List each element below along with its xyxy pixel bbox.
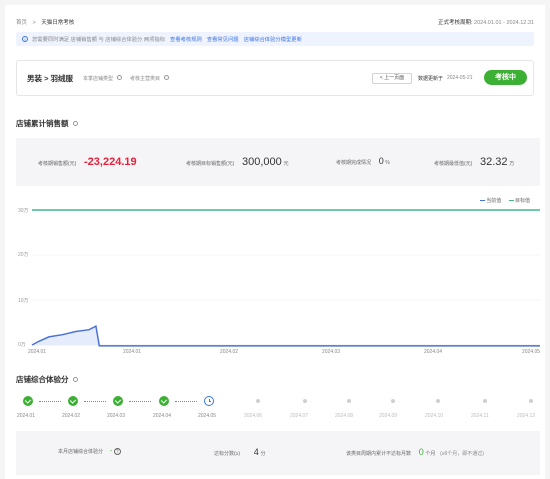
failed-months-summary: 该类目周期内累计不达标月数 0 个月 (≥6个月，即不通过) (346, 447, 484, 457)
score-summary: 本月店铺综合体验分 - ? (58, 448, 121, 455)
step-done-icon (23, 396, 33, 406)
step-pending-dot (347, 399, 351, 403)
current-month-clock-icon (204, 396, 214, 406)
failed-months-unit: 个月 (425, 451, 436, 457)
current-value-line (31, 324, 540, 347)
question-icon[interactable]: ? (113, 448, 121, 455)
target-score-value: 4 (253, 447, 259, 457)
target-score-label: 达标分数(≥) (214, 451, 241, 457)
breadcrumb-separator: > (32, 20, 36, 26)
period-info: 正式考核周期: 2024.01.01 - 2024.12.31 (438, 18, 534, 26)
x-tick-6: 2024.05 (522, 349, 541, 355)
store-type-label: 本季店铺类型 (83, 76, 114, 82)
info-icon: i (22, 36, 28, 42)
metric-completion-label: 考核期完成情况 (336, 160, 372, 166)
step-connector (84, 401, 106, 402)
step-pending-dot (391, 399, 395, 403)
metric-minimum-unit: 万 (509, 161, 515, 167)
metric-completion-value: 0 (378, 156, 384, 166)
month-label: 2024.05 (198, 413, 217, 419)
metric-sales: 考核期销售额(元) -23,224.19 (38, 156, 137, 168)
notice-text: 您需要同时满足 店铺销售额 与 店铺综合体验分 两项指标 (32, 37, 166, 43)
metric-target-value: 300,000 (242, 156, 282, 168)
metric-completion: 考核期完成情况 0 % (336, 156, 390, 166)
sales-section-title: 店铺累计销售额 (16, 118, 78, 129)
step-connector (175, 401, 197, 402)
breadcrumb: 首页 > 天猫日常考核 (16, 18, 74, 26)
sales-help-icon[interactable] (72, 121, 78, 126)
metric-sales-value: -23,224.19 (84, 156, 137, 168)
step-done-icon (113, 396, 123, 406)
prev-page-button[interactable]: < 上一页面 (372, 73, 412, 84)
step-pending-dot (256, 399, 260, 403)
score-label: 本月店铺综合体验分 (58, 449, 104, 455)
x-tick-2: 2024.01 (123, 349, 142, 355)
month-label: 2024.04 (153, 413, 172, 419)
failed-months-label: 该类目周期内累计不达标月数 (346, 451, 412, 457)
metric-sales-label: 考核期销售额(元) (38, 161, 77, 167)
month-label: 2024.10 (425, 413, 444, 419)
metric-minimum-value: 32.32 (480, 156, 508, 168)
score-value: - (109, 448, 113, 455)
step-pending-dot (303, 399, 307, 403)
step-done-icon (68, 396, 78, 406)
step-done-icon (159, 396, 169, 406)
target-score-unit: 分 (260, 451, 266, 457)
experience-section-title: 店铺综合体验分 (16, 374, 78, 385)
updated-label: 数据更新于 (418, 76, 444, 82)
category-path: 男装 > 羽绒服 (27, 74, 74, 83)
sales-title-text: 店铺累计销售额 (16, 119, 69, 128)
metric-target-unit: 元 (283, 161, 289, 167)
metric-target-label: 考核期目标销售额(元) (186, 161, 235, 167)
metric-target: 考核期目标销售额(元) 300,000 元 (186, 156, 288, 168)
store-type-help-icon[interactable] (117, 75, 122, 80)
experience-summary-card: 本月店铺综合体验分 - ? 达标分数(≥) 4 分 该类目周期内累计不达标月数 … (16, 431, 540, 475)
notice-link-model-update[interactable]: 店铺综合体验分模型更新 (244, 35, 302, 43)
x-tick-3: 2024.02 (220, 349, 239, 355)
step-connector (39, 401, 61, 402)
metric-minimum: 考核期最低值(元) 32.32 万 (434, 156, 514, 168)
x-tick-5: 2024.04 (424, 349, 443, 355)
experience-title-text: 店铺综合体验分 (16, 375, 69, 384)
step-connector (129, 401, 151, 402)
month-label: 2024.02 (62, 413, 81, 419)
period-value: 2024.01.01 - 2024.12.31 (474, 20, 534, 26)
breadcrumb-current: 天猫日常考核 (41, 20, 75, 26)
assessment-status-button[interactable]: 考核中 (484, 70, 527, 85)
step-pending-dot (436, 399, 440, 403)
step-pending-dot (483, 399, 487, 403)
month-label: 2024.06 (244, 413, 263, 419)
target-score-summary: 达标分数(≥) 4 分 (214, 447, 265, 457)
metric-minimum-label: 考核期最低值(元) (434, 161, 473, 167)
x-tick-4: 2024.03 (322, 349, 341, 355)
metric-completion-unit: % (385, 160, 390, 166)
month-label: 2024.01 (17, 413, 36, 419)
x-tick-1: 2024.01 (28, 349, 47, 355)
notice-bar: i 您需要同时满足 店铺销售额 与 店铺综合体验分 两项指标 查看考核规则 查看… (16, 32, 534, 46)
month-label: 2024.03 (107, 413, 126, 419)
month-label: 2024.09 (379, 413, 398, 419)
month-label: 2024.11 (471, 413, 489, 419)
step-pending-dot (529, 399, 533, 403)
notice-link-rules[interactable]: 查看考核规则 (170, 35, 202, 43)
breadcrumb-home[interactable]: 首页 (16, 20, 27, 26)
review-category-label: 考核主营类目 (130, 76, 161, 82)
month-label: 2024.08 (335, 413, 354, 419)
period-label: 正式考核周期: (437, 20, 473, 26)
sales-chart: 当前值 目标值 30万 20万 10万 0万 2024.01 2024.01 2… (10, 193, 542, 358)
experience-help-icon[interactable] (72, 377, 78, 382)
review-help-icon[interactable] (164, 75, 169, 80)
chart-plot (31, 209, 540, 347)
month-label: 2024.12 (517, 413, 536, 419)
experience-timeline: 2024.01 2024.02 2024.03 2024.04 2024.05 … (5, 392, 545, 422)
notice-link-faq[interactable]: 查看常见问题 (207, 35, 239, 43)
failed-months-value: 0 (418, 447, 424, 457)
page: 首页 > 天猫日常考核 正式考核周期: 2024.01.01 - 2024.12… (5, 5, 545, 479)
sales-metrics-card: 考核期销售额(元) -23,224.19 考核期目标销售额(元) 300,000… (16, 138, 540, 186)
failed-months-note: (≥6个月，即不通过) (440, 451, 484, 457)
updated-value: 2024-05-21 (447, 75, 473, 81)
category-card: 男装 > 羽绒服 本季店铺类型 考核主营类目 < 上一页面 数据更新于 2024… (16, 60, 534, 96)
month-label: 2024.07 (290, 413, 309, 419)
